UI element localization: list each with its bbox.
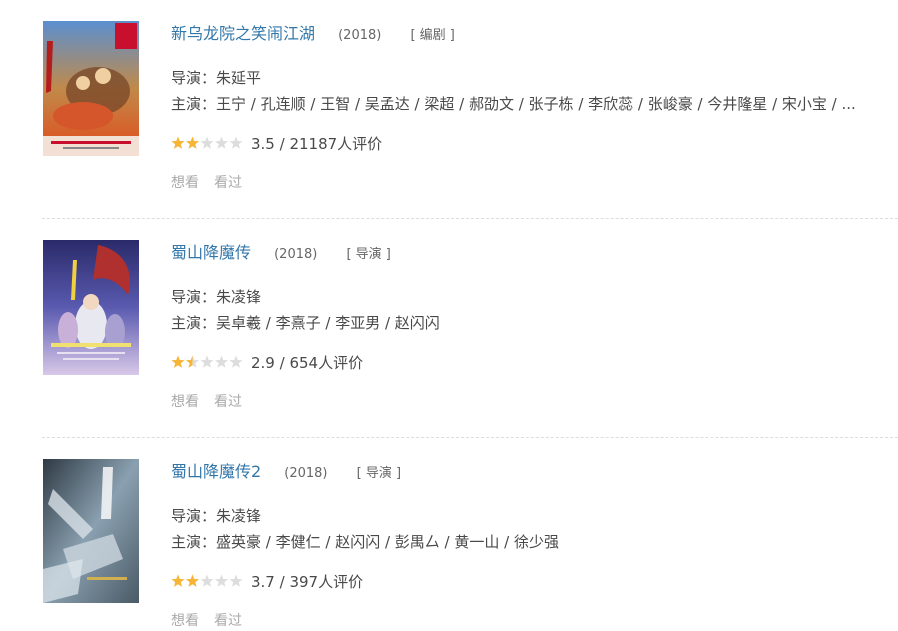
film-item: 新乌龙院之笑闹江湖 (2018) [ 编剧 ] 导演：朱延平 主演：王宁 / 孔… — [0, 0, 898, 218]
star-filled-icon — [171, 136, 185, 149]
actions: 想看 看过 — [171, 173, 257, 193]
cast-label: 主演： — [171, 95, 217, 113]
director-name: 朱延平 — [216, 69, 262, 87]
rating-row: 3.5 / 21187人评价 — [171, 133, 382, 155]
director-name: 朱凌锋 — [216, 507, 262, 525]
film-title-link[interactable]: 蜀山降魔传2 — [171, 462, 261, 481]
watched-button[interactable]: 看过 — [214, 175, 242, 191]
star-empty-icon — [200, 355, 214, 368]
title-row: 蜀山降魔传 (2018) [ 导演 ] — [171, 241, 391, 265]
watched-button[interactable]: 看过 — [214, 394, 242, 410]
director-line: 导演：朱凌锋 — [171, 505, 261, 527]
actions: 想看 看过 — [171, 392, 257, 412]
title-row: 新乌龙院之笑闹江湖 (2018) [ 编剧 ] — [171, 22, 455, 46]
cast-label: 主演： — [171, 533, 217, 551]
film-year: (2018) — [284, 466, 328, 481]
title-row: 蜀山降魔传2 (2018) [ 导演 ] — [171, 460, 401, 484]
film-year: (2018) — [274, 247, 318, 262]
cast-line: 主演：吴卓羲 / 李熹子 / 李亚男 / 赵闪闪 — [171, 312, 898, 334]
director-line: 导演：朱延平 — [171, 67, 261, 89]
film-role: [ 导演 ] — [346, 247, 391, 262]
star-empty-icon — [215, 574, 228, 587]
film-role: [ 编剧 ] — [410, 28, 455, 43]
rating-stars-icon — [171, 355, 243, 368]
star-filled-icon — [171, 355, 185, 368]
director-label: 导演： — [171, 507, 217, 525]
star-empty-icon — [229, 574, 243, 587]
poster-art — [43, 240, 139, 375]
cast-label: 主演： — [171, 314, 217, 332]
rating-row: 2.9 / 654人评价 — [171, 352, 363, 374]
star-empty-icon — [200, 574, 214, 587]
cast-names: 盛英豪 / 李健仁 / 赵闪闪 / 彭禺厶 / 黄一山 / 徐少强 — [216, 533, 559, 551]
rating-text: 2.9 / 654人评价 — [251, 354, 364, 372]
rating-stars-icon — [171, 136, 243, 149]
rating-text: 3.5 / 21187人评价 — [251, 135, 383, 153]
cast-names: 吴卓羲 / 李熹子 / 李亚男 / 赵闪闪 — [216, 314, 440, 332]
director-line: 导演：朱凌锋 — [171, 286, 261, 308]
director-label: 导演： — [171, 69, 217, 87]
film-item: 蜀山降魔传2 (2018) [ 导演 ] 导演：朱凌锋 主演：盛英豪 / 李健仁… — [0, 438, 898, 629]
star-filled-icon — [171, 574, 185, 587]
film-title-link[interactable]: 蜀山降魔传 — [171, 243, 251, 262]
poster-art — [43, 459, 139, 603]
star-empty-icon — [200, 136, 214, 149]
director-label: 导演： — [171, 288, 217, 306]
star-empty-icon — [215, 355, 228, 368]
star-filled-icon — [186, 574, 199, 587]
poster-image[interactable] — [43, 21, 139, 156]
poster-art — [43, 21, 139, 156]
actions: 想看 看过 — [171, 611, 257, 631]
film-year: (2018) — [338, 28, 382, 43]
star-empty-icon — [229, 355, 243, 368]
film-item: 蜀山降魔传 (2018) [ 导演 ] 导演：朱凌锋 主演：吴卓羲 / 李熹子 … — [0, 219, 898, 437]
director-name: 朱凌锋 — [216, 288, 262, 306]
rating-stars-icon — [171, 574, 243, 587]
film-title-link[interactable]: 新乌龙院之笑闹江湖 — [171, 24, 315, 43]
star-empty-icon — [215, 136, 228, 149]
star-filled-icon — [186, 136, 199, 149]
want-to-watch-button[interactable]: 想看 — [171, 394, 199, 410]
rating-text: 3.7 / 397人评价 — [251, 573, 364, 591]
cast-line: 主演：王宁 / 孔连顺 / 王智 / 吴孟达 / 梁超 / 郝劭文 / 张子栋 … — [171, 93, 898, 115]
cast-line: 主演：盛英豪 / 李健仁 / 赵闪闪 / 彭禺厶 / 黄一山 / 徐少强 — [171, 531, 898, 553]
poster-image[interactable] — [43, 459, 139, 603]
poster-image[interactable] — [43, 240, 139, 375]
want-to-watch-button[interactable]: 想看 — [171, 175, 199, 191]
star-empty-icon — [229, 136, 243, 149]
rating-row: 3.7 / 397人评价 — [171, 571, 363, 593]
cast-names: 王宁 / 孔连顺 / 王智 / 吴孟达 / 梁超 / 郝劭文 / 张子栋 / 李… — [216, 95, 856, 113]
film-role: [ 导演 ] — [356, 466, 402, 481]
